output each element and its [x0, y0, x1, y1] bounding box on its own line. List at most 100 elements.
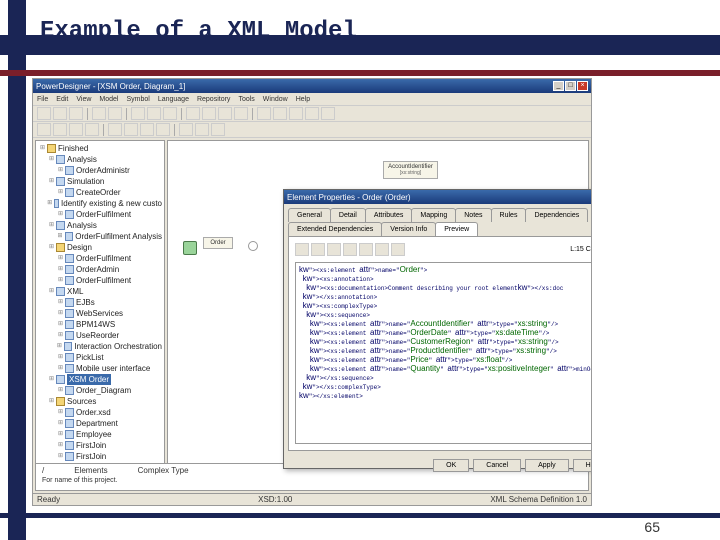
tree-item[interactable]: ⊞FirstJoin: [38, 440, 162, 451]
expand-icon[interactable]: ⊞: [58, 308, 63, 319]
tree-item[interactable]: ⊞OrderFulfilment: [38, 253, 162, 264]
tree-item[interactable]: ⊞OrderAdmin: [38, 264, 162, 275]
toolbar-button[interactable]: [124, 123, 138, 136]
expand-icon[interactable]: ⊞: [58, 264, 63, 275]
toolbar-button[interactable]: [211, 123, 225, 136]
object-browser[interactable]: ⊞Finished⊞Analysis⊞OrderAdministr⊞Simula…: [35, 140, 165, 475]
close-button[interactable]: ×: [577, 81, 588, 91]
tree-item[interactable]: ⊞Order.xsd: [38, 407, 162, 418]
tab-general[interactable]: General: [288, 208, 331, 222]
tree-item[interactable]: ⊞OrderFulfilment: [38, 209, 162, 220]
toolbar-button[interactable]: [218, 107, 232, 120]
tab-detail[interactable]: Detail: [330, 208, 366, 222]
menu-repository[interactable]: Repository: [197, 96, 230, 103]
maximize-button[interactable]: □: [565, 81, 576, 91]
toolbar-button[interactable]: [195, 123, 209, 136]
expand-icon[interactable]: ⊞: [58, 165, 63, 176]
expand-icon[interactable]: ⊞: [40, 143, 45, 154]
toolbar-button[interactable]: [289, 107, 303, 120]
tree-item[interactable]: ⊞Analysis: [38, 220, 162, 231]
ok-button[interactable]: OK: [433, 459, 469, 472]
toolbar-button[interactable]: [163, 107, 177, 120]
diagram-order-element[interactable]: Order: [203, 237, 233, 249]
toolbar-button[interactable]: [53, 123, 67, 136]
menu-edit[interactable]: Edit: [56, 96, 68, 103]
tab-preview[interactable]: Preview: [435, 222, 478, 236]
expand-icon[interactable]: ⊞: [58, 187, 63, 198]
tab-rules[interactable]: Rules: [491, 208, 527, 222]
help-button[interactable]: Help: [573, 459, 592, 472]
menu-help[interactable]: Help: [296, 96, 310, 103]
preview-toolbar-button[interactable]: [391, 243, 405, 256]
cancel-button[interactable]: Cancel: [473, 459, 521, 472]
toolbar-button[interactable]: [69, 123, 83, 136]
tree-item[interactable]: ⊞UseReorder: [38, 330, 162, 341]
tree-item[interactable]: ⊞EJBs: [38, 297, 162, 308]
toolbar-button[interactable]: [186, 107, 200, 120]
toolbar-button[interactable]: [305, 107, 319, 120]
expand-icon[interactable]: ⊞: [49, 176, 54, 187]
tree-item[interactable]: ⊞Design: [38, 242, 162, 253]
expand-icon[interactable]: ⊞: [58, 352, 63, 363]
toolbar-button[interactable]: [321, 107, 335, 120]
expand-icon[interactable]: ⊞: [58, 385, 63, 396]
menu-model[interactable]: Model: [99, 96, 118, 103]
preview-toolbar-button[interactable]: [295, 243, 309, 256]
expand-icon[interactable]: ⊞: [58, 209, 63, 220]
toolbar-button[interactable]: [85, 123, 99, 136]
preview-toolbar-button[interactable]: [359, 243, 373, 256]
toolbar-button[interactable]: [92, 107, 106, 120]
expand-icon[interactable]: ⊞: [57, 341, 62, 352]
expand-icon[interactable]: ⊞: [58, 451, 63, 462]
menu-window[interactable]: Window: [263, 96, 288, 103]
expand-icon[interactable]: ⊞: [49, 374, 54, 385]
preview-toolbar-button[interactable]: [343, 243, 357, 256]
toolbar-button[interactable]: [147, 107, 161, 120]
tab-notes[interactable]: Notes: [455, 208, 491, 222]
expand-icon[interactable]: ⊞: [58, 297, 63, 308]
xml-preview-code[interactable]: kw"><xs:element attr">name="Order"> kw">…: [295, 262, 592, 444]
tree-item[interactable]: ⊞Employee: [38, 429, 162, 440]
expand-icon[interactable]: ⊞: [58, 330, 63, 341]
tree-item[interactable]: ⊞BPM14WS: [38, 319, 162, 330]
tree-item[interactable]: ⊞XML: [38, 286, 162, 297]
tree-item[interactable]: ⊞Sources: [38, 396, 162, 407]
toolbar-button[interactable]: [257, 107, 271, 120]
expand-icon[interactable]: ⊞: [49, 220, 54, 231]
tab-mapping[interactable]: Mapping: [411, 208, 456, 222]
expand-icon[interactable]: ⊞: [58, 440, 63, 451]
preview-toolbar-button[interactable]: [311, 243, 325, 256]
expand-icon[interactable]: ⊞: [47, 198, 52, 209]
toolbar-button[interactable]: [179, 123, 193, 136]
tree-item[interactable]: ⊞Identify existing & new custo: [38, 198, 162, 209]
expand-icon[interactable]: ⊞: [58, 275, 63, 286]
tab-version-info[interactable]: Version Info: [381, 222, 436, 236]
menu-symbol[interactable]: Symbol: [126, 96, 149, 103]
menu-tools[interactable]: Tools: [238, 96, 254, 103]
menu-view[interactable]: View: [76, 96, 91, 103]
toolbar-button[interactable]: [108, 123, 122, 136]
toolbar-button[interactable]: [131, 107, 145, 120]
tree-item[interactable]: ⊞Finished: [38, 143, 162, 154]
preview-toolbar-button[interactable]: [375, 243, 389, 256]
tree-item[interactable]: ⊞Mobile user interface: [38, 363, 162, 374]
toolbar-button[interactable]: [202, 107, 216, 120]
toolbar-button[interactable]: [108, 107, 122, 120]
toolbar-button[interactable]: [140, 123, 154, 136]
menu-file[interactable]: File: [37, 96, 48, 103]
expand-icon[interactable]: ⊞: [58, 363, 63, 374]
tree-item[interactable]: ⊞Interaction Orchestration: [38, 341, 162, 352]
minimize-button[interactable]: _: [553, 81, 564, 91]
expand-icon[interactable]: ⊞: [49, 286, 54, 297]
expand-icon[interactable]: ⊞: [49, 396, 54, 407]
toolbar-button[interactable]: [69, 107, 83, 120]
toolbar-button[interactable]: [37, 123, 51, 136]
diagram-sequence-node[interactable]: [248, 241, 258, 251]
tree-item[interactable]: ⊞Simulation: [38, 176, 162, 187]
expand-icon[interactable]: ⊞: [57, 231, 62, 242]
expand-icon[interactable]: ⊞: [49, 154, 54, 165]
expand-icon[interactable]: ⊞: [58, 407, 63, 418]
toolbar-button[interactable]: [37, 107, 51, 120]
expand-icon[interactable]: ⊞: [49, 242, 54, 253]
tree-item[interactable]: ⊞WebServices: [38, 308, 162, 319]
